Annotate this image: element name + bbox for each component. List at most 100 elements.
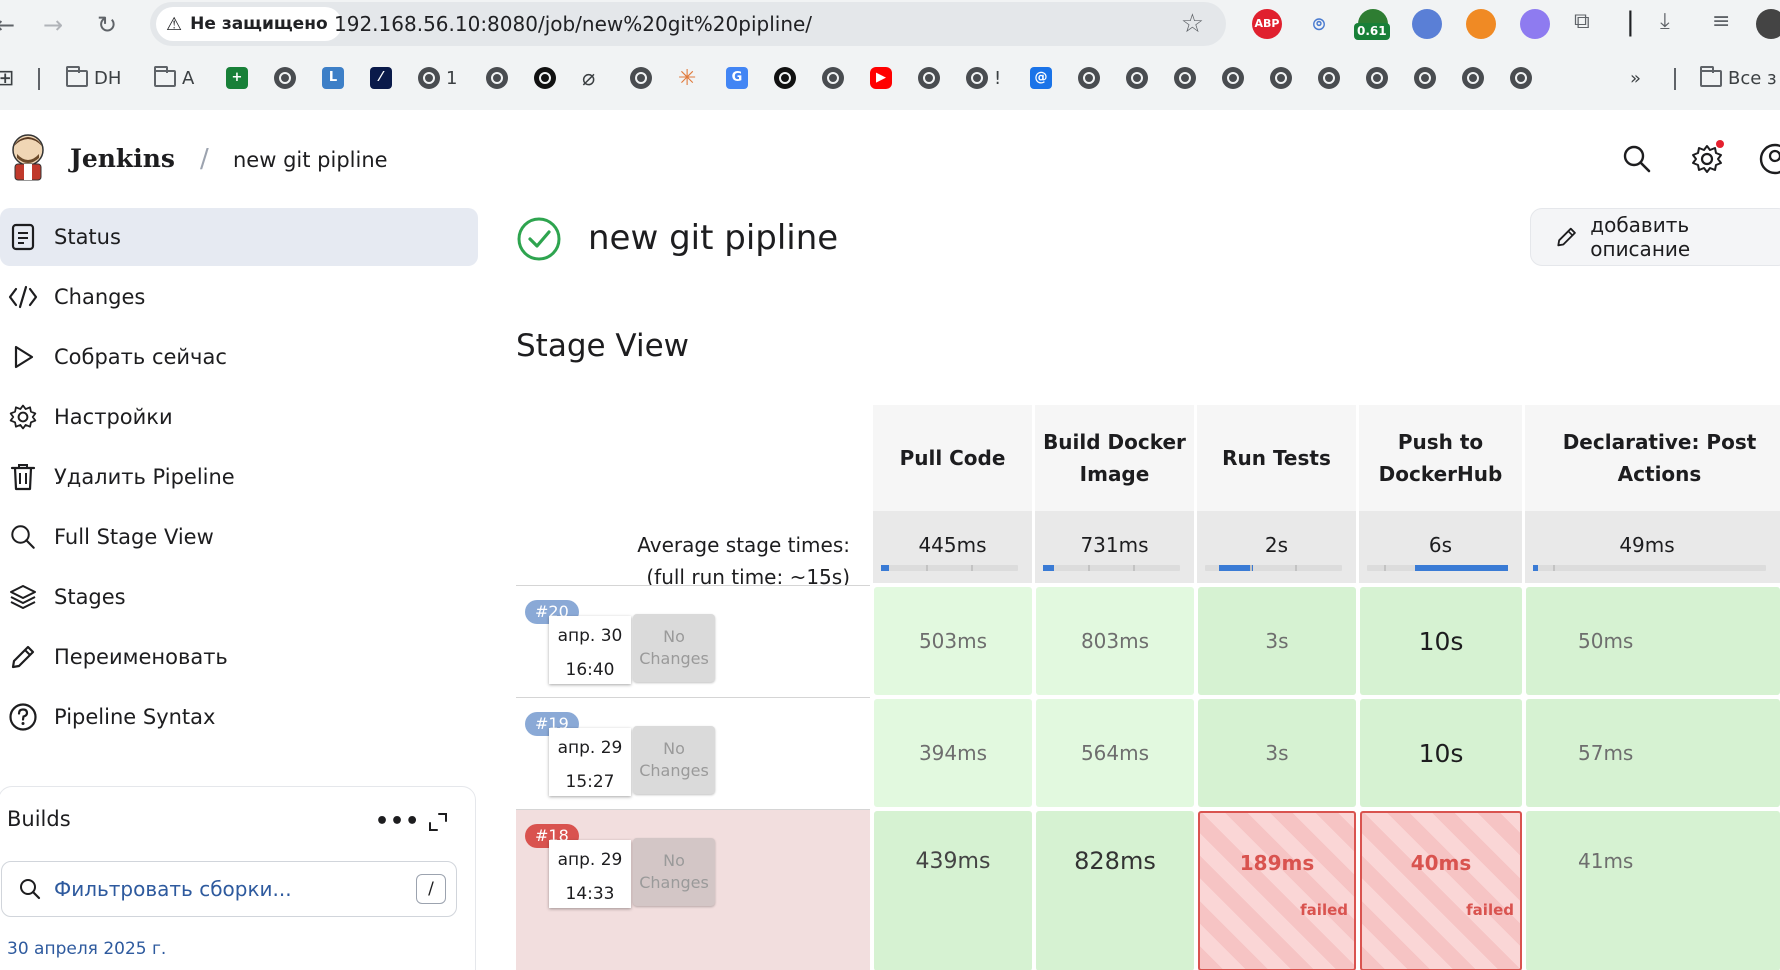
back-arrow-icon[interactable]: ← — [0, 10, 20, 40]
bookmark-globe[interactable] — [1078, 60, 1100, 96]
bookmark-globe[interactable] — [1366, 60, 1388, 96]
breadcrumb-job[interactable]: new git pipline — [233, 148, 388, 172]
bookmark-globe[interactable] — [1126, 60, 1148, 96]
stage-cell[interactable]: 439ms — [874, 811, 1032, 970]
media-queue-icon[interactable]: ≡ — [1712, 9, 1730, 34]
fox-extension-icon[interactable] — [1466, 9, 1496, 39]
run-row-18[interactable]: #18 апр. 29 14:33 No Changes — [516, 809, 870, 970]
sidebar-item-stages[interactable]: Stages — [0, 568, 478, 626]
bookmark-globe[interactable] — [1318, 60, 1340, 96]
sidebar-item-configure[interactable]: Настройки — [0, 388, 478, 446]
run-changes[interactable]: No Changes — [633, 726, 715, 794]
stage-cell[interactable]: 503ms — [874, 587, 1032, 695]
add-description-button[interactable]: добавить описание — [1530, 208, 1780, 266]
stage-header-pull-code: Pull Code — [872, 405, 1032, 511]
bookmark-folder-all[interactable]: Все з — [1700, 60, 1777, 96]
stage-cell[interactable]: 50ms — [1526, 587, 1780, 695]
bookmark-label: A — [182, 67, 195, 89]
bookmarks-overflow-icon[interactable]: » — [1630, 60, 1641, 96]
expand-icon[interactable] — [427, 811, 449, 833]
stage-cell[interactable]: 10s — [1360, 587, 1522, 695]
bookmark-globe[interactable] — [1174, 60, 1196, 96]
bookmark-sheets[interactable]: + — [226, 60, 248, 96]
url-text[interactable]: 192.168.56.10:8080/job/new%20git%20pipli… — [334, 12, 812, 36]
bookmark-star-icon[interactable]: ☆ — [1181, 9, 1204, 39]
bookmark-globe[interactable] — [630, 60, 652, 96]
builds-card: Builds ••• / 30 апреля 2025 г. — [0, 786, 476, 970]
sidebar-item-label: Full Stage View — [54, 525, 214, 549]
bookmark-openai[interactable] — [534, 60, 556, 96]
bookmark-github[interactable] — [774, 60, 796, 96]
bookmark-globe[interactable] — [486, 60, 508, 96]
avg-bar-tick — [1383, 565, 1386, 571]
bookmark-dark[interactable]: ⁄ — [370, 60, 392, 96]
sidebar-item-status[interactable]: Status — [0, 208, 478, 266]
sidebar-item-full-stage-view[interactable]: Full Stage View — [0, 508, 478, 566]
bookmark-slash[interactable]: ⌀ — [582, 60, 595, 96]
bookmark-globe[interactable] — [1270, 60, 1292, 96]
forward-arrow-icon[interactable]: → — [38, 10, 68, 40]
bookmark-folder-a[interactable]: A — [154, 60, 194, 96]
bird-extension-icon[interactable] — [1412, 9, 1442, 39]
sidebar-item-changes[interactable]: Changes — [0, 268, 478, 326]
stage-header-build-docker-image: Build Docker Image — [1034, 405, 1194, 511]
apps-grid-icon[interactable]: ⊞ — [0, 60, 14, 96]
profile-avatar-icon[interactable] — [1756, 9, 1780, 39]
run-changes[interactable]: No Changes — [633, 838, 715, 906]
bookmark-globe[interactable] — [1414, 60, 1436, 96]
stage-cell[interactable]: 10s — [1360, 699, 1522, 807]
builds-filter-input[interactable] — [54, 874, 394, 904]
sidebar-item-delete[interactable]: Удалить Pipeline — [0, 448, 478, 506]
run-row-20[interactable]: #20 апр. 30 16:40 No Changes — [516, 585, 870, 697]
bookmark-translate[interactable]: G — [726, 60, 748, 96]
reload-icon[interactable]: ↻ — [92, 10, 122, 40]
avg-time-bar-fill — [1533, 565, 1538, 571]
bookmark-globe[interactable] — [1510, 60, 1532, 96]
ghost-extension-icon[interactable] — [1520, 9, 1550, 39]
jenkins-logo-icon[interactable] — [8, 132, 48, 182]
stage-cell[interactable]: 3s — [1198, 587, 1356, 695]
run-date-card: апр. 30 16:40 — [549, 616, 631, 684]
run-changes[interactable]: No Changes — [633, 614, 715, 682]
adblock-icon[interactable]: ABP — [1252, 9, 1282, 39]
stage-cell[interactable]: 803ms — [1036, 587, 1194, 695]
bookmark-globe-1[interactable]: 1 — [418, 60, 457, 96]
bookmark-globe[interactable] — [274, 60, 296, 96]
bookmark-globe[interactable] — [822, 60, 844, 96]
bookmark-youtube[interactable]: ▶ — [870, 60, 892, 96]
stage-cell[interactable]: 828ms — [1036, 811, 1194, 970]
bookmark-globe[interactable] — [918, 60, 940, 96]
bookmark-bracket[interactable]: L — [322, 60, 344, 96]
download-icon[interactable]: ⤓ — [1660, 9, 1670, 34]
sidebar-item-pipeline-syntax[interactable]: Pipeline Syntax — [0, 688, 478, 746]
bookmark-messenger[interactable]: @ — [1030, 60, 1052, 96]
security-chip[interactable]: ⚠ Не защищено — [156, 7, 342, 41]
stage-cell[interactable]: 3s — [1198, 699, 1356, 807]
screenshot-extension-icon[interactable]: ⌾ — [1304, 9, 1334, 39]
extensions-puzzle-icon[interactable]: ⧉ — [1574, 9, 1590, 34]
bookmark-globe-excl[interactable]: ! — [966, 60, 1001, 96]
stage-cell[interactable]: 564ms — [1036, 699, 1194, 807]
run-row-19[interactable]: #19 апр. 29 15:27 No Changes — [516, 697, 870, 809]
bookmark-globe[interactable] — [1222, 60, 1244, 96]
stage-cell[interactable]: 394ms — [874, 699, 1032, 807]
bookmark-globe[interactable] — [1462, 60, 1484, 96]
user-avatar-icon[interactable] — [1758, 142, 1780, 176]
bookmark-claude[interactable]: ✳ — [678, 60, 696, 96]
folder-icon — [1700, 65, 1722, 87]
more-options-icon[interactable]: ••• — [375, 809, 420, 834]
stage-cell[interactable]: 57ms — [1526, 699, 1780, 807]
stage-header-push-to-dockerhub: Push to DockerHub — [1358, 405, 1522, 511]
sidebar-item-rename[interactable]: Переименовать — [0, 628, 478, 686]
bookmark-folder-dh[interactable]: DH — [66, 60, 121, 96]
stage-cell-failed[interactable]: 40ms failed — [1360, 811, 1522, 970]
stage-cell-failed[interactable]: 189ms failed — [1198, 811, 1356, 970]
search-icon[interactable] — [1620, 142, 1654, 176]
address-bar[interactable]: ⚠ Не защищено 192.168.56.10:8080/job/new… — [150, 2, 1226, 46]
avg-time-cell: 6s — [1358, 511, 1522, 583]
jenkins-brand[interactable]: Jenkins — [70, 144, 175, 173]
avg-time-value: 2s — [1264, 533, 1289, 557]
sidebar-item-build-now[interactable]: Собрать сейчас — [0, 328, 478, 386]
stage-cell[interactable]: 41ms — [1526, 811, 1780, 970]
avg-time-cell: 731ms — [1034, 511, 1194, 583]
